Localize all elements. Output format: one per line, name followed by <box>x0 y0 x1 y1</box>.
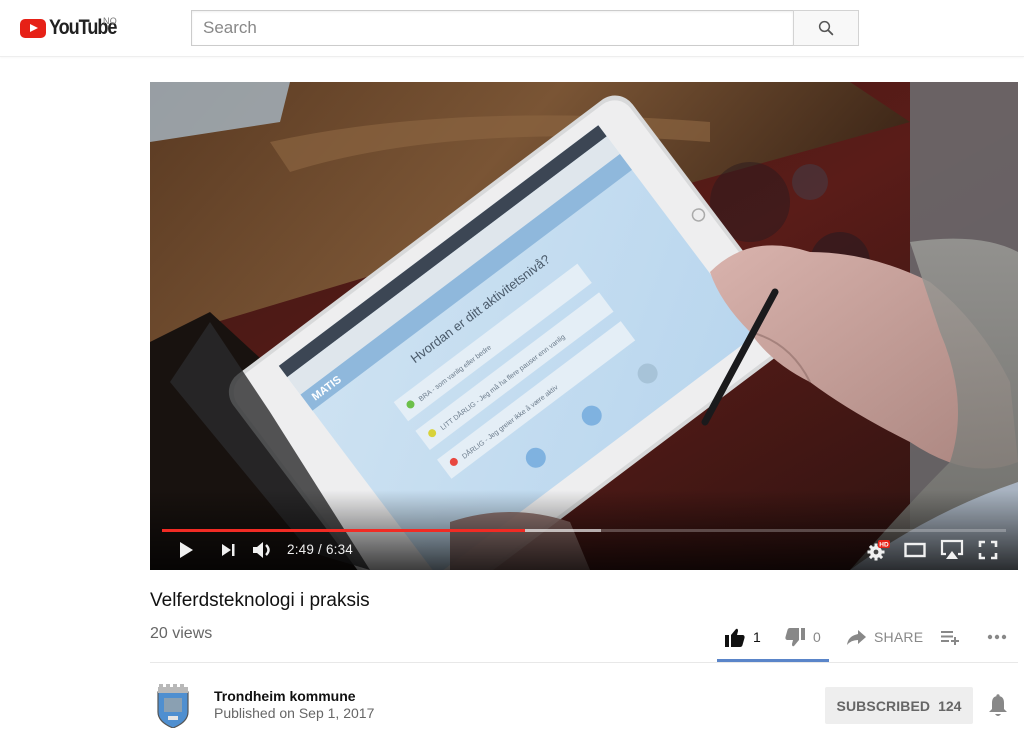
duration: 6:34 <box>325 542 354 557</box>
share-label: SHARE <box>874 629 924 645</box>
progress-played <box>162 529 525 532</box>
info-divider <box>150 662 1018 663</box>
share-button[interactable]: SHARE <box>847 622 923 652</box>
notification-bell-icon[interactable] <box>987 694 1009 718</box>
fullscreen-button[interactable] <box>976 538 1000 562</box>
airplay-icon <box>940 539 964 559</box>
share-arrow-icon <box>847 629 866 645</box>
like-button[interactable]: 1 <box>725 622 761 652</box>
settings-button[interactable]: HD <box>866 538 892 562</box>
time-separator: / <box>314 542 326 557</box>
theater-mode-button[interactable] <box>902 538 928 562</box>
add-to-playlist-icon <box>941 631 959 645</box>
subscriber-count: 124 <box>938 697 962 714</box>
play-button[interactable] <box>174 538 198 562</box>
hd-badge: HD <box>879 542 889 549</box>
like-count: 1 <box>753 629 761 645</box>
search-icon <box>818 20 834 36</box>
add-to-playlist-button[interactable] <box>941 622 961 652</box>
more-actions-icon <box>987 634 1007 640</box>
thumbs-up-icon <box>725 628 745 647</box>
current-time: 2:49 <box>287 542 315 557</box>
next-button[interactable] <box>216 538 240 562</box>
subscribe-label: SUBSCRIBED <box>836 697 931 714</box>
dislike-count: 0 <box>813 629 821 645</box>
theater-mode-icon <box>904 542 926 558</box>
time-display: 2:49 / 6:34 <box>287 542 353 557</box>
masthead: YouTube NO <box>0 0 1024 57</box>
channel-avatar[interactable] <box>156 684 190 728</box>
progress-bar[interactable] <box>162 529 1006 532</box>
search-bar <box>191 10 859 46</box>
region-code: NO <box>103 16 118 26</box>
play-icon <box>180 542 193 558</box>
publish-date: Published on Sep 1, 2017 <box>214 705 375 721</box>
fullscreen-icon <box>978 540 998 560</box>
dislike-button[interactable]: 0 <box>785 622 821 652</box>
search-input[interactable] <box>191 10 793 46</box>
video-title: Velferdsteknologi i praksis <box>150 590 370 611</box>
settings-gear-icon: HD <box>867 540 890 561</box>
youtube-logo-icon <box>20 19 46 38</box>
volume-icon <box>253 542 270 558</box>
video-player[interactable]: MATIS Hvordan er ditt aktivitetsnivå? BR… <box>150 82 1018 570</box>
volume-button[interactable] <box>250 538 276 562</box>
airplay-button[interactable] <box>938 538 966 562</box>
search-button[interactable] <box>793 10 859 46</box>
more-actions-button[interactable] <box>987 622 1007 652</box>
view-count: 20 views <box>150 625 213 642</box>
thumbs-down-icon <box>785 627 805 646</box>
youtube-logo[interactable]: YouTube NO <box>20 16 127 41</box>
next-icon <box>222 544 235 556</box>
channel-name[interactable]: Trondheim kommune <box>214 688 356 704</box>
subscribe-button[interactable]: SUBSCRIBED 124 <box>825 687 973 724</box>
